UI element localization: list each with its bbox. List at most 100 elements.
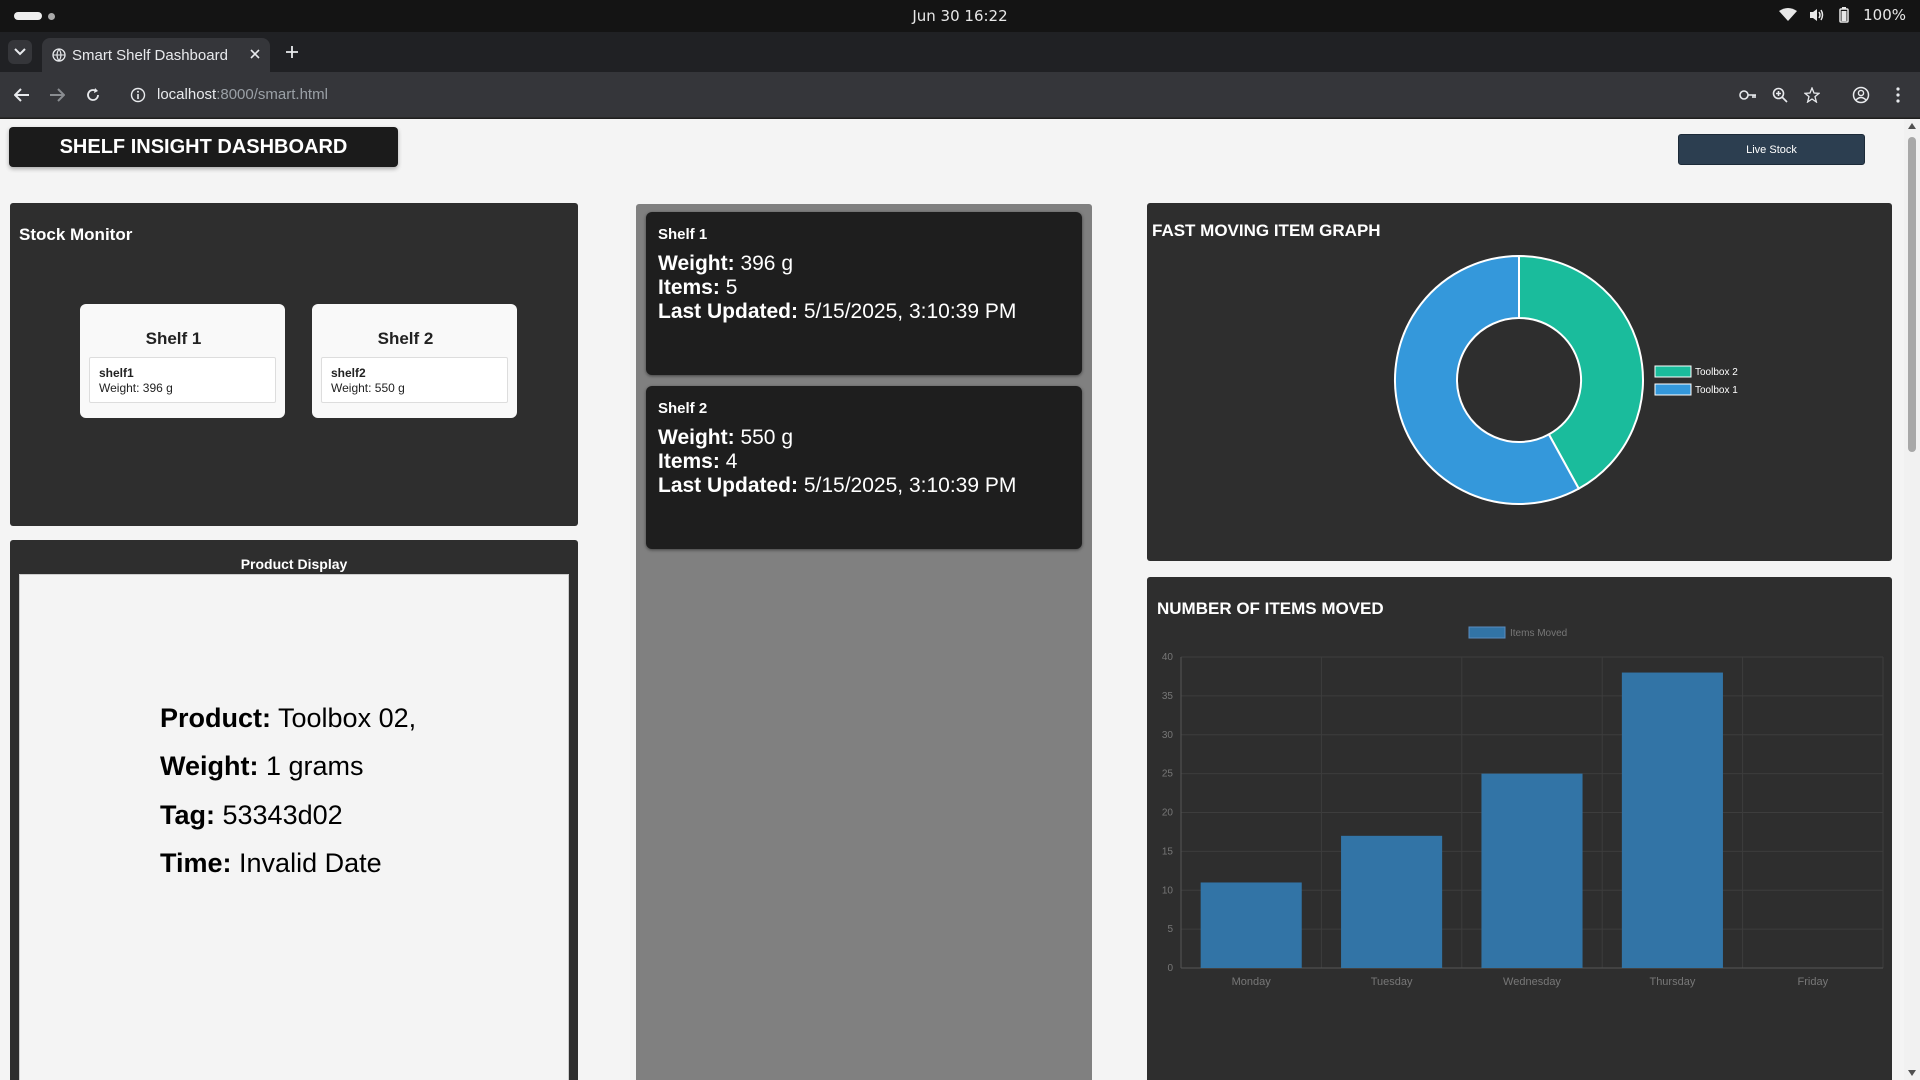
close-icon — [250, 49, 260, 59]
os-clock[interactable]: Jun 30 16:22 — [0, 7, 1920, 25]
y-tick-label: 40 — [1162, 652, 1174, 663]
tab-title: Smart Shelf Dashboard — [72, 47, 228, 64]
x-tick-label: Wednesday — [1503, 976, 1561, 988]
bookmark-button[interactable] — [1800, 83, 1824, 107]
updated-value: 5/15/2025, 3:10:39 PM — [798, 300, 1017, 323]
url-path: :8000/smart.html — [216, 86, 328, 103]
scroll-down-arrow[interactable] — [1908, 1070, 1916, 1076]
shelf-card-title: Shelf 1 — [145, 329, 202, 348]
y-tick-label: 15 — [1162, 846, 1174, 857]
shelf-detail-updated: Last Updated: 5/15/2025, 3:10:39 PM — [658, 474, 1016, 498]
items-label: Items: — [658, 276, 720, 299]
legend-swatch — [1468, 626, 1506, 639]
weight-label: Weight: — [658, 426, 735, 449]
info-icon[interactable] — [130, 87, 146, 103]
address-bar[interactable]: localhost:8000/smart.html — [124, 78, 1724, 112]
browser-tab-strip: Smart Shelf Dashboard — [0, 32, 1920, 72]
live-stock-button[interactable]: Live Stock — [1678, 134, 1865, 165]
weight-label: Weight: — [658, 252, 735, 275]
items-label: Items: — [658, 450, 720, 473]
shelf-card-1[interactable]: Shelf 1 shelf1 Weight: 396 g — [80, 304, 285, 418]
scroll-thumb[interactable] — [1908, 137, 1916, 452]
os-top-bar: Jun 30 16:22 100% — [0, 0, 1920, 32]
scroll-up-arrow[interactable] — [1908, 123, 1916, 129]
star-icon — [1804, 87, 1820, 103]
url-text: localhost:8000/smart.html — [157, 86, 328, 103]
y-tick-label: 10 — [1162, 885, 1174, 896]
items-value: 4 — [719, 450, 738, 473]
product-time-line: Time: Invalid Date — [160, 848, 382, 879]
y-tick-label: 30 — [1162, 730, 1174, 741]
x-tick-label: Monday — [1232, 976, 1272, 988]
shelf-card-info: shelf1 Weight: 396 g — [89, 357, 276, 403]
weight-label: Weight: — [160, 751, 259, 781]
product-weight-line: Weight: 1 grams — [160, 751, 364, 782]
tag-value: 53343d02 — [215, 800, 343, 830]
globe-icon — [52, 48, 66, 62]
items-moved-chart-panel: NUMBER OF ITEMS MOVED 0 5 10 15 20 25 30 35 40 Mo… — [1147, 577, 1892, 1080]
url-host: localhost — [157, 86, 217, 103]
weight-value: 396 g — [734, 252, 793, 275]
shelf-card-id: shelf1 — [99, 366, 134, 380]
password-key-button[interactable] — [1736, 83, 1760, 107]
shelf-detail-weight: Weight: 396 g — [658, 252, 793, 276]
bar-thursday — [1621, 672, 1723, 968]
legend-swatch — [1654, 383, 1692, 396]
reload-button[interactable] — [81, 83, 105, 107]
y-tick-label: 20 — [1162, 808, 1174, 819]
shelf-card-2[interactable]: Shelf 2 shelf2 Weight: 550 g — [312, 304, 517, 418]
page-scrollbar[interactable] — [1904, 119, 1920, 1080]
product-display-body: Product: Toolbox 02, Weight: 1 grams Tag… — [19, 574, 569, 1080]
y-tick-label: 25 — [1162, 769, 1174, 780]
arrow-left-icon — [14, 88, 29, 102]
chevron-down-icon — [14, 48, 26, 56]
tab-close-button[interactable] — [246, 45, 264, 63]
shelf-detail-items: Items: 4 — [658, 450, 737, 474]
y-tick-label: 5 — [1167, 924, 1173, 935]
bar-tuesday — [1341, 835, 1443, 968]
browser-toolbar: localhost:8000/smart.html — [0, 72, 1920, 118]
arrow-right-icon — [50, 88, 65, 102]
shelf-detail-card-2: Shelf 2 Weight: 550 g Items: 4 Last Upda… — [646, 386, 1082, 549]
shelf-card-id: shelf2 — [331, 366, 366, 380]
bar-wednesday — [1481, 773, 1583, 968]
tab-search-button[interactable] — [8, 40, 32, 64]
product-display-title: Product Display — [240, 556, 348, 572]
shelf-card-info: shelf2 Weight: 550 g — [321, 357, 508, 403]
new-tab-button[interactable] — [282, 42, 302, 62]
shelf-detail-title: Shelf 2 — [658, 400, 708, 417]
reload-icon — [87, 88, 99, 101]
zoom-button[interactable] — [1768, 83, 1792, 107]
tab-smart-shelf-dashboard[interactable]: Smart Shelf Dashboard — [42, 38, 270, 72]
shelf-detail-weight: Weight: 550 g — [658, 426, 793, 450]
y-tick-label: 0 — [1167, 963, 1173, 974]
profile-icon — [1852, 86, 1870, 104]
bar-chart: 0 5 10 15 20 25 30 35 40 Monday Tuesday Wednesday Th… — [1162, 626, 1884, 988]
x-tick-label: Friday — [1798, 976, 1829, 988]
shelf-card-title: Shelf 2 — [377, 329, 434, 348]
product-value: Toolbox 02, — [271, 703, 417, 733]
y-tick-label: 35 — [1162, 691, 1174, 702]
page-viewport: SHELF INSIGHT DASHBOARD Live Stock Stock… — [0, 119, 1920, 1080]
shelf-detail-items: Items: 5 — [658, 276, 737, 300]
profile-button[interactable] — [1849, 83, 1873, 107]
shelf-details-column: Shelf 1 Weight: 396 g Items: 5 Last Upda… — [636, 204, 1092, 1080]
product-label: Product: — [160, 703, 271, 733]
weight-value: 550 g — [734, 426, 793, 449]
legend-label: Items Moved — [1510, 628, 1567, 639]
legend-swatch — [1654, 365, 1692, 378]
weight-value: 1 grams — [258, 751, 364, 781]
back-button[interactable] — [10, 83, 34, 107]
stock-monitor-title: Stock Monitor — [19, 225, 133, 244]
shelf-detail-card-1: Shelf 1 Weight: 396 g Items: 5 Last Upda… — [646, 212, 1082, 375]
menu-button[interactable] — [1886, 83, 1910, 107]
items-value: 5 — [719, 276, 738, 299]
more-vertical-icon — [1896, 87, 1900, 103]
shelf-card-weight: Weight: 550 g — [331, 381, 405, 395]
system-status-area[interactable]: 100% — [1779, 6, 1906, 24]
dashboard-title: SHELF INSIGHT DASHBOARD — [9, 127, 398, 167]
stock-monitor-panel: Stock Monitor Shelf 1 shelf1 Weight: 396… — [10, 203, 578, 526]
product-name-line: Product: Toolbox 02, — [160, 703, 416, 734]
key-icon — [1739, 90, 1756, 100]
forward-button[interactable] — [45, 83, 69, 107]
